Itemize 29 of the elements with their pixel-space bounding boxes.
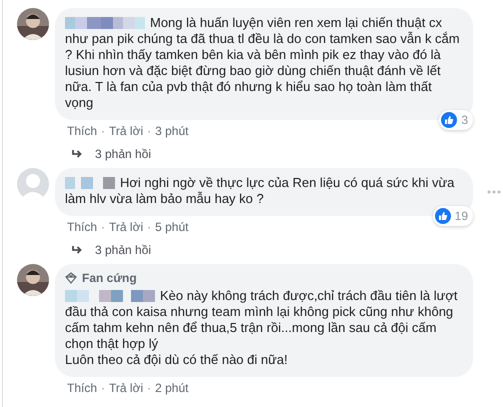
action-link[interactable]: Thích <box>67 219 98 235</box>
separator-dot: · <box>147 123 152 139</box>
more-options-icon[interactable] <box>487 190 501 194</box>
action-link[interactable]: Trả lời <box>109 219 144 235</box>
action-link[interactable]: Thích <box>67 123 98 139</box>
action-link[interactable]: Trả lời <box>109 123 144 139</box>
separator-dot: · <box>147 219 152 235</box>
action-link[interactable]: 5 phút <box>155 219 188 235</box>
separator-dot: · <box>101 219 106 235</box>
separator-dot: · <box>101 380 106 396</box>
badge-label: Fan cứng <box>82 271 137 285</box>
like-icon <box>441 112 458 128</box>
diamond-icon <box>65 272 77 284</box>
action-link[interactable]: Trả lời <box>109 380 144 396</box>
reply-arrow-icon <box>71 245 83 255</box>
replies-link[interactable]: 3 phản hồi <box>95 147 152 161</box>
replies-link[interactable]: 3 phản hồi <box>95 243 152 257</box>
avatar <box>17 264 49 296</box>
like-icon <box>434 208 451 224</box>
action-link[interactable]: 3 phút <box>155 123 188 139</box>
separator-dot: · <box>147 380 152 396</box>
reaction-count: 19 <box>432 206 473 226</box>
action-link[interactable]: Thích <box>67 380 98 396</box>
avatar <box>17 8 49 40</box>
reply-arrow-icon <box>71 149 83 159</box>
action-link[interactable]: 2 phút <box>155 380 188 396</box>
separator-dot: · <box>101 123 106 139</box>
reaction-count: 3 <box>439 110 473 130</box>
avatar <box>17 168 49 200</box>
